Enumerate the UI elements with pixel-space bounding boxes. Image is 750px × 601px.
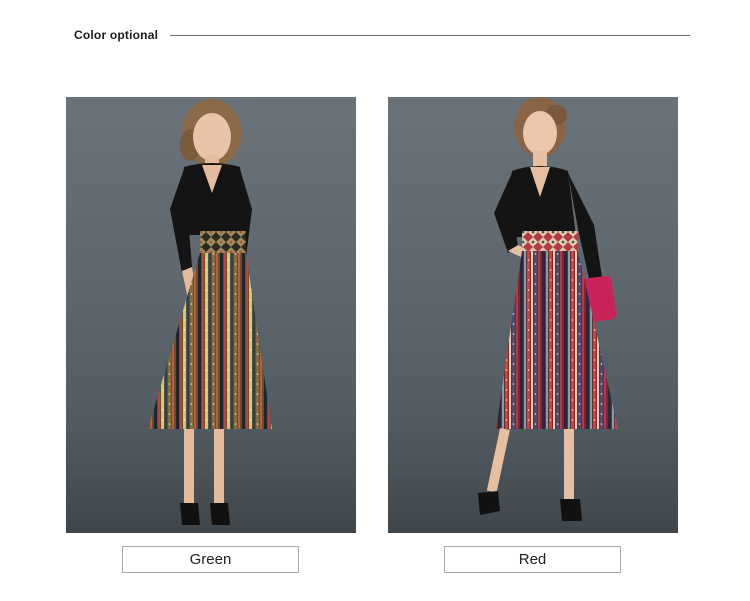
color-option-green[interactable]: Green — [122, 546, 299, 573]
section-divider — [170, 34, 690, 36]
product-photo-green — [66, 97, 356, 533]
product-photo-red — [388, 97, 678, 533]
model-illustration-red — [388, 97, 678, 533]
model-illustration-green — [66, 99, 356, 533]
color-option-red[interactable]: Red — [444, 546, 621, 573]
section-title: Color optional — [74, 28, 159, 42]
section-header: Color optional — [74, 26, 690, 44]
